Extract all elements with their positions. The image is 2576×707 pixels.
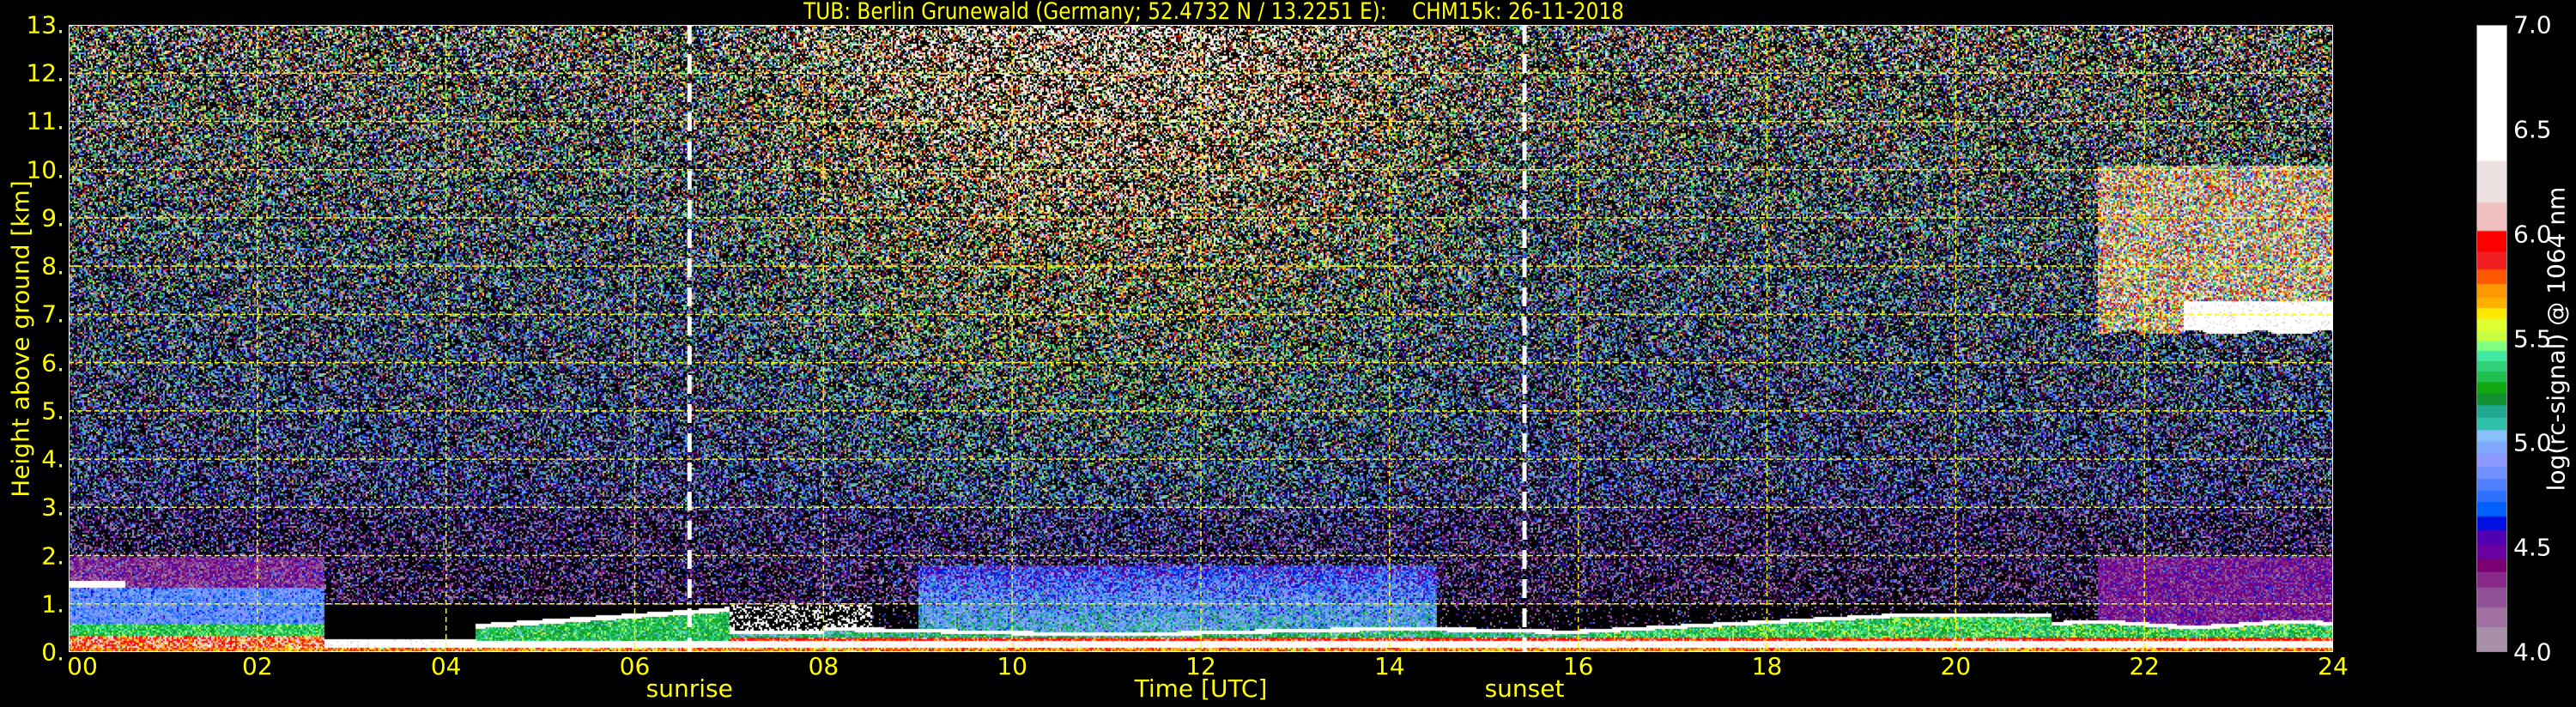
x-tick-label: 14 xyxy=(1374,652,1405,680)
x-tick-label: 00 xyxy=(67,652,98,680)
colorbar-tick-label: 7.0 xyxy=(2513,10,2552,39)
y-tick-label: 4. xyxy=(41,444,64,474)
y-tick-label: 9. xyxy=(41,203,64,233)
y-axis-label: Height above ground [km] xyxy=(6,180,35,498)
sunset-label: sunset xyxy=(1484,674,1565,703)
colorbar-tick-label: 4.5 xyxy=(2513,533,2552,562)
y-tick-label: 8. xyxy=(41,251,64,281)
y-tick-label: 13. xyxy=(26,10,64,39)
colorbar-tick-label: 4.0 xyxy=(2513,638,2552,667)
x-tick-label: 16 xyxy=(1562,652,1594,680)
y-tick-label: 5. xyxy=(41,396,64,426)
y-tick-label: 1. xyxy=(41,589,64,619)
y-tick-label: 12. xyxy=(26,58,64,88)
x-tick-label: 04 xyxy=(430,652,462,680)
grid-overlay xyxy=(69,25,2333,652)
y-tick-label: 10. xyxy=(26,155,64,184)
x-axis-label: Time [UTC] xyxy=(1134,674,1268,703)
colorbar-tick-label: 6.5 xyxy=(2513,115,2552,144)
sunrise-label: sunrise xyxy=(646,674,733,703)
x-tick-label: 18 xyxy=(1751,652,1783,680)
x-tick-label: 02 xyxy=(242,652,273,680)
y-tick-label: 3. xyxy=(41,492,64,522)
x-tick-label: 20 xyxy=(1940,652,1972,680)
y-tick-label: 6. xyxy=(41,348,64,378)
x-tick-label: 08 xyxy=(808,652,839,680)
y-tick-label: 0. xyxy=(41,638,64,667)
chart-title: TUB: Berlin Grunewald (Germany; 52.4732 … xyxy=(803,0,1624,25)
y-tick-label: 2. xyxy=(41,541,64,571)
x-tick-label: 22 xyxy=(2129,652,2160,680)
colorbar-label: log(rc-signal) @ 1064 nm xyxy=(2542,186,2571,492)
y-tick-label: 11. xyxy=(26,106,64,136)
x-tick-label: 24 xyxy=(2318,652,2349,680)
colorbar xyxy=(2476,25,2507,652)
y-tick-label: 7. xyxy=(41,299,64,329)
x-tick-label: 10 xyxy=(997,652,1027,680)
plot-area xyxy=(69,25,2333,652)
